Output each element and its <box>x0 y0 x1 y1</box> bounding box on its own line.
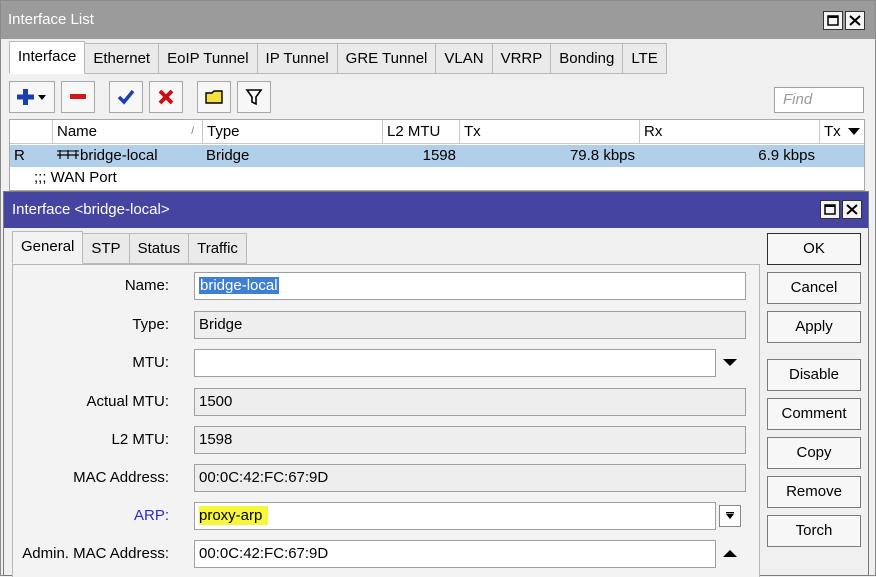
tab-status[interactable]: Status <box>129 233 190 264</box>
type-label: Type: <box>132 316 169 333</box>
mtu-input[interactable] <box>194 349 716 377</box>
row-name-cell: bridge-local <box>56 145 158 167</box>
torch-button[interactable]: Torch <box>767 515 861 547</box>
tab-traffic[interactable]: Traffic <box>189 233 247 264</box>
cancel-button[interactable]: Cancel <box>767 272 861 304</box>
maximize-icon <box>824 204 836 215</box>
row-l2mtu: 1598 <box>422 147 456 164</box>
dialog-title: Interface <bridge-local> <box>12 201 170 218</box>
minus-icon <box>70 94 86 99</box>
name-input[interactable]: bridge-local <box>194 272 746 300</box>
admin-mac-input[interactable]: 00:0C:42:FC:67:9D <box>194 540 716 568</box>
ok-button[interactable]: OK <box>767 233 861 265</box>
interface-dialog: Interface <bridge-local> General STP Sta… <box>3 191 869 577</box>
tx2-column-header[interactable]: Tx <box>819 120 864 143</box>
apply-button[interactable]: Apply <box>767 311 861 343</box>
add-button[interactable] <box>9 81 55 113</box>
maximize-icon <box>827 15 839 26</box>
close-icon <box>846 204 858 215</box>
mac-address-field: 00:0C:42:FC:67:9D <box>194 464 746 492</box>
type-field: Bridge <box>194 311 746 339</box>
row-tx: 79.8 kbps <box>569 147 635 164</box>
dialog-close-button[interactable] <box>842 200 862 219</box>
table-row[interactable]: R bridge-local Bridge 1598 79.8 kbps 6.9… <box>10 145 864 167</box>
admin-mac-collapse-icon[interactable] <box>723 549 737 559</box>
tab-vrrp[interactable]: VRRP <box>492 43 552 74</box>
filter-icon <box>245 89 263 106</box>
tab-eoip-tunnel[interactable]: EoIP Tunnel <box>159 43 258 74</box>
list-titlebar: Interface List <box>1 1 875 39</box>
rx-column-header[interactable]: Rx <box>639 120 819 143</box>
actual-mtu-field: 1500 <box>194 388 746 416</box>
tab-interface[interactable]: Interface <box>9 41 86 74</box>
dialog-titlebar: Interface <bridge-local> <box>4 192 868 228</box>
list-title: Interface List <box>8 11 94 28</box>
row-comment: ;;; WAN Port <box>34 169 117 186</box>
arp-dropdown-button[interactable] <box>719 505 741 527</box>
tab-gre-tunnel[interactable]: GRE Tunnel <box>337 43 437 74</box>
filter-button[interactable] <box>237 81 271 113</box>
column-menu-icon <box>848 128 860 135</box>
mtu-label: MTU: <box>132 354 169 371</box>
plus-icon <box>17 89 46 105</box>
l2mtu-label: L2 MTU: <box>111 431 169 448</box>
remove-button[interactable]: Remove <box>767 476 861 508</box>
table-header: Name / Type L2 MTU Tx Rx Tx <box>10 120 864 144</box>
dialog-maximize-button[interactable] <box>820 200 840 219</box>
l2mtu-field: 1598 <box>194 426 746 454</box>
close-icon <box>849 15 861 26</box>
row-flag: R <box>14 147 25 164</box>
checkmark-icon <box>117 89 135 105</box>
tab-ip-tunnel[interactable]: IP Tunnel <box>257 43 338 74</box>
tab-stp[interactable]: STP <box>83 233 130 264</box>
tab-vlan[interactable]: VLAN <box>436 43 493 74</box>
disable-button[interactable]: Disable <box>767 359 861 391</box>
flag-column-header[interactable] <box>10 120 52 143</box>
mac-address-label: MAC Address: <box>73 469 169 486</box>
bridge-icon <box>57 150 79 159</box>
name-column-header[interactable]: Name / <box>52 120 202 143</box>
arp-value: proxy-arp <box>199 506 269 525</box>
mtu-dropdown-icon[interactable] <box>723 358 737 368</box>
enable-button[interactable] <box>109 81 143 113</box>
arp-dropdown-icon <box>726 512 734 519</box>
dialog-tabs: General STP Status Traffic <box>12 231 247 264</box>
row-rx: 6.9 kbps <box>758 147 815 164</box>
admin-mac-label: Admin. MAC Address: <box>22 545 169 562</box>
tx-column-header[interactable]: Tx <box>459 120 639 143</box>
name-label: Name: <box>124 277 169 294</box>
remove-button[interactable] <box>61 81 95 113</box>
row-type: Bridge <box>206 147 250 164</box>
close-button[interactable] <box>845 11 865 30</box>
tab-bonding[interactable]: Bonding <box>551 43 624 74</box>
find-input[interactable]: Find <box>774 87 864 113</box>
comment-button[interactable]: Comment <box>767 398 861 430</box>
arp-label: ARP: <box>133 507 169 524</box>
list-tabs: Interface Ethernet EoIP Tunnel IP Tunnel… <box>9 41 667 74</box>
list-toolbar <box>9 81 271 115</box>
disable-button[interactable] <box>149 81 183 113</box>
table-comment-row[interactable]: ;;; WAN Port <box>10 167 864 189</box>
copy-button[interactable]: Copy <box>767 437 861 469</box>
tab-ethernet[interactable]: Ethernet <box>85 43 160 74</box>
comment-button[interactable] <box>197 81 231 113</box>
interface-table: Name / Type L2 MTU Tx Rx Tx R bridge-loc… <box>9 119 865 191</box>
sort-indicator: / <box>191 126 194 137</box>
general-panel: Name: bridge-local Type: Bridge MTU: Act… <box>12 264 760 577</box>
note-icon <box>205 90 223 104</box>
tab-general[interactable]: General <box>12 231 84 264</box>
row-name: bridge-local <box>80 147 158 164</box>
name-value: bridge-local <box>199 277 279 294</box>
type-column-header[interactable]: Type <box>202 120 382 143</box>
tab-lte[interactable]: LTE <box>623 43 667 74</box>
maximize-button[interactable] <box>823 11 843 30</box>
arp-select[interactable]: proxy-arp <box>194 502 716 530</box>
l2mtu-column-header[interactable]: L2 MTU <box>382 120 459 143</box>
x-icon <box>158 89 174 105</box>
actual-mtu-label: Actual MTU: <box>86 393 169 410</box>
name-column-label: Name <box>57 123 98 140</box>
tx2-column-label: Tx <box>824 123 841 140</box>
